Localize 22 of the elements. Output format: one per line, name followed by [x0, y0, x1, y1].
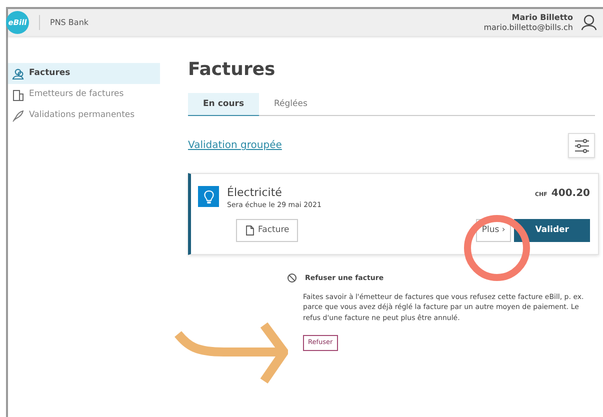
lightbulb-icon: [198, 186, 219, 208]
user-icon[interactable]: [581, 14, 597, 31]
page-title: Factures: [188, 59, 276, 81]
group-validation-link[interactable]: Validation groupée: [188, 138, 282, 154]
tab[interactable]: En cours: [188, 92, 259, 116]
bank-name: PNS Bank: [50, 16, 89, 28]
building-icon: [12, 88, 24, 100]
sidebar-item[interactable]: Factures: [8, 63, 160, 84]
amount: 400.20: [551, 187, 590, 202]
document-icon: [245, 225, 255, 236]
tab[interactable]: Réglées: [259, 92, 322, 116]
people-icon: [12, 68, 24, 80]
invoice-button[interactable]: Facture: [236, 219, 298, 242]
validate-button[interactable]: Valider: [514, 219, 590, 242]
prohibited-icon: [287, 273, 297, 284]
bill-name: Électricité: [227, 186, 283, 200]
filter-button[interactable]: [568, 133, 595, 158]
sidebar-item[interactable]: Emetteurs de factures: [8, 84, 160, 105]
sidebar-item[interactable]: Validations permanentes: [8, 105, 160, 126]
user-email: mario.billetto@bills.ch: [484, 22, 573, 32]
sliders-icon: [574, 138, 590, 154]
user-name: Mario Billetto: [510, 13, 573, 22]
